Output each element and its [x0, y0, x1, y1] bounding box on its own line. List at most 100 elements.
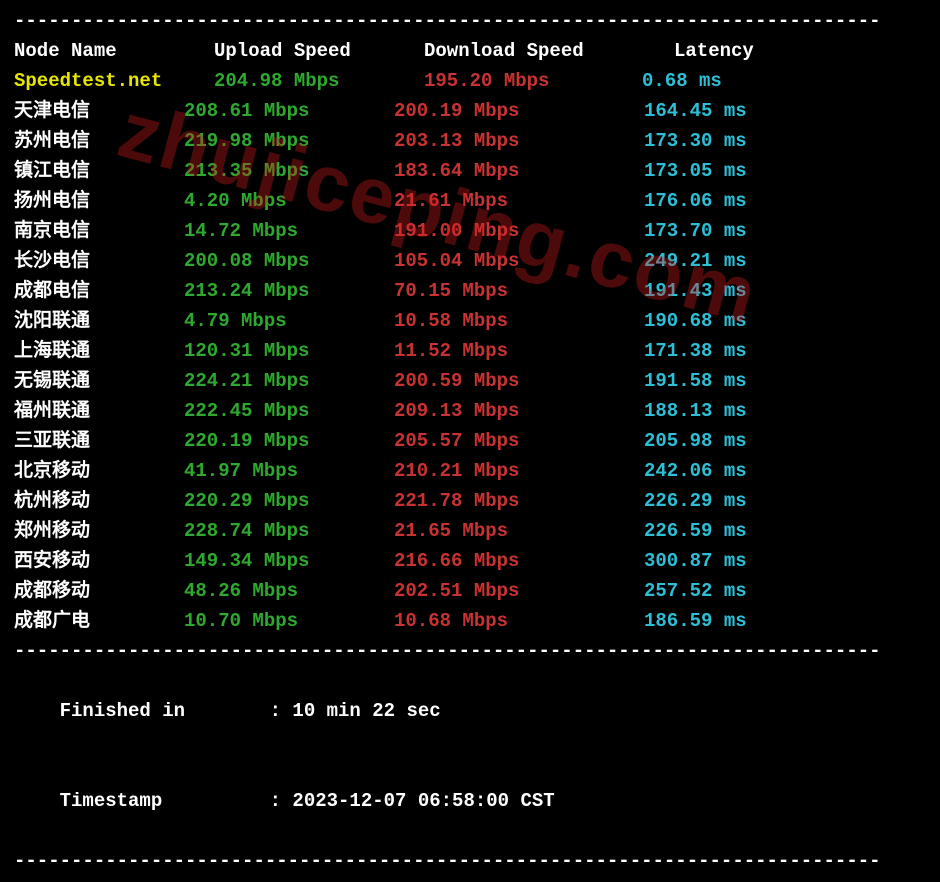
separator-line: ----------------------------------------…	[14, 6, 926, 36]
table-row: 天津电信208.61 Mbps200.19 Mbps164.45 ms	[14, 96, 926, 126]
table-row: 郑州移动228.74 Mbps21.65 Mbps226.59 ms	[14, 516, 926, 546]
download-speed: 200.19 Mbps	[394, 96, 644, 126]
latency-value: 205.98 ms	[644, 426, 747, 456]
table-row: 南京电信14.72 Mbps191.00 Mbps173.70 ms	[14, 216, 926, 246]
node-name: 镇江电信	[14, 156, 184, 186]
upload-speed: 222.45 Mbps	[184, 396, 394, 426]
node-name: 南京电信	[14, 216, 184, 246]
download-speed: 221.78 Mbps	[394, 486, 644, 516]
upload-speed: 224.21 Mbps	[184, 366, 394, 396]
table-row: 苏州电信219.98 Mbps203.13 Mbps173.30 ms	[14, 126, 926, 156]
table-row: 无锡联通224.21 Mbps200.59 Mbps191.58 ms	[14, 366, 926, 396]
node-name: 扬州电信	[14, 186, 184, 216]
upload-speed: 220.19 Mbps	[184, 426, 394, 456]
node-name: 成都电信	[14, 276, 184, 306]
latency-value: 164.45 ms	[644, 96, 747, 126]
node-name: 福州联通	[14, 396, 184, 426]
latency-value: 171.38 ms	[644, 336, 747, 366]
upload-speed: 213.35 Mbps	[184, 156, 394, 186]
table-row: 镇江电信213.35 Mbps183.64 Mbps173.05 ms	[14, 156, 926, 186]
terminal-output: ----------------------------------------…	[0, 0, 940, 882]
upload-speed: 4.20 Mbps	[184, 186, 394, 216]
upload-speed: 208.61 Mbps	[184, 96, 394, 126]
header-node: Node Name	[14, 36, 214, 66]
node-name: 苏州电信	[14, 126, 184, 156]
header-row: Node Name Upload Speed Download Speed La…	[14, 36, 926, 66]
download-speed: 195.20 Mbps	[424, 66, 642, 96]
download-speed: 10.68 Mbps	[394, 606, 644, 636]
upload-speed: 120.31 Mbps	[184, 336, 394, 366]
finished-label: Finished in	[60, 696, 270, 726]
download-speed: 203.13 Mbps	[394, 126, 644, 156]
upload-speed: 48.26 Mbps	[184, 576, 394, 606]
upload-speed: 204.98 Mbps	[214, 66, 424, 96]
latency-value: 173.30 ms	[644, 126, 747, 156]
table-row: 西安移动149.34 Mbps216.66 Mbps300.87 ms	[14, 546, 926, 576]
footer-finished: Finished in: 10 min 22 sec	[14, 666, 926, 756]
download-speed: 21.61 Mbps	[394, 186, 644, 216]
colon: :	[270, 790, 293, 812]
timestamp-label: Timestamp	[60, 786, 270, 816]
table-row: 上海联通120.31 Mbps11.52 Mbps171.38 ms	[14, 336, 926, 366]
node-name: 沈阳联通	[14, 306, 184, 336]
upload-speed: 219.98 Mbps	[184, 126, 394, 156]
node-name: 无锡联通	[14, 366, 184, 396]
latency-value: 186.59 ms	[644, 606, 747, 636]
table-row: 扬州电信4.20 Mbps21.61 Mbps176.06 ms	[14, 186, 926, 216]
download-speed: 200.59 Mbps	[394, 366, 644, 396]
node-name: 成都广电	[14, 606, 184, 636]
latency-value: 190.68 ms	[644, 306, 747, 336]
latency-value: 226.29 ms	[644, 486, 747, 516]
table-row: 三亚联通220.19 Mbps205.57 Mbps205.98 ms	[14, 426, 926, 456]
header-latency: Latency	[674, 36, 754, 66]
node-name: 上海联通	[14, 336, 184, 366]
latency-value: 191.58 ms	[644, 366, 747, 396]
upload-speed: 228.74 Mbps	[184, 516, 394, 546]
separator-line: ----------------------------------------…	[14, 846, 926, 876]
download-speed: 10.58 Mbps	[394, 306, 644, 336]
speedtest-row: Speedtest.net 204.98 Mbps 195.20 Mbps 0.…	[14, 66, 926, 96]
latency-value: 0.68 ms	[642, 66, 722, 96]
download-speed: 205.57 Mbps	[394, 426, 644, 456]
download-speed: 11.52 Mbps	[394, 336, 644, 366]
download-speed: 216.66 Mbps	[394, 546, 644, 576]
table-row: 福州联通222.45 Mbps209.13 Mbps188.13 ms	[14, 396, 926, 426]
upload-speed: 213.24 Mbps	[184, 276, 394, 306]
timestamp-value: 2023-12-07 06:58:00 CST	[292, 790, 554, 812]
latency-value: 257.52 ms	[644, 576, 747, 606]
node-name: 杭州移动	[14, 486, 184, 516]
latency-value: 173.70 ms	[644, 216, 747, 246]
colon: :	[270, 700, 293, 722]
upload-speed: 41.97 Mbps	[184, 456, 394, 486]
finished-value: 10 min 22 sec	[292, 700, 440, 722]
download-speed: 183.64 Mbps	[394, 156, 644, 186]
node-name: 三亚联通	[14, 426, 184, 456]
table-row: 杭州移动220.29 Mbps221.78 Mbps226.29 ms	[14, 486, 926, 516]
upload-speed: 149.34 Mbps	[184, 546, 394, 576]
node-name: 成都移动	[14, 576, 184, 606]
table-row: 沈阳联通4.79 Mbps10.58 Mbps190.68 ms	[14, 306, 926, 336]
table-row: 成都电信213.24 Mbps70.15 Mbps191.43 ms	[14, 276, 926, 306]
download-speed: 70.15 Mbps	[394, 276, 644, 306]
upload-speed: 14.72 Mbps	[184, 216, 394, 246]
upload-speed: 4.79 Mbps	[184, 306, 394, 336]
download-speed: 202.51 Mbps	[394, 576, 644, 606]
latency-value: 300.87 ms	[644, 546, 747, 576]
footer-timestamp: Timestamp: 2023-12-07 06:58:00 CST	[14, 756, 926, 846]
node-name: 西安移动	[14, 546, 184, 576]
download-speed: 105.04 Mbps	[394, 246, 644, 276]
results-table-body: 天津电信208.61 Mbps200.19 Mbps164.45 ms苏州电信2…	[14, 96, 926, 636]
latency-value: 226.59 ms	[644, 516, 747, 546]
node-name: 天津电信	[14, 96, 184, 126]
download-speed: 209.13 Mbps	[394, 396, 644, 426]
latency-value: 191.43 ms	[644, 276, 747, 306]
table-row: 长沙电信200.08 Mbps105.04 Mbps249.21 ms	[14, 246, 926, 276]
latency-value: 176.06 ms	[644, 186, 747, 216]
node-name: Speedtest.net	[14, 66, 214, 96]
table-row: 成都广电10.70 Mbps10.68 Mbps186.59 ms	[14, 606, 926, 636]
table-row: 北京移动41.97 Mbps210.21 Mbps242.06 ms	[14, 456, 926, 486]
download-speed: 191.00 Mbps	[394, 216, 644, 246]
latency-value: 249.21 ms	[644, 246, 747, 276]
upload-speed: 220.29 Mbps	[184, 486, 394, 516]
upload-speed: 200.08 Mbps	[184, 246, 394, 276]
